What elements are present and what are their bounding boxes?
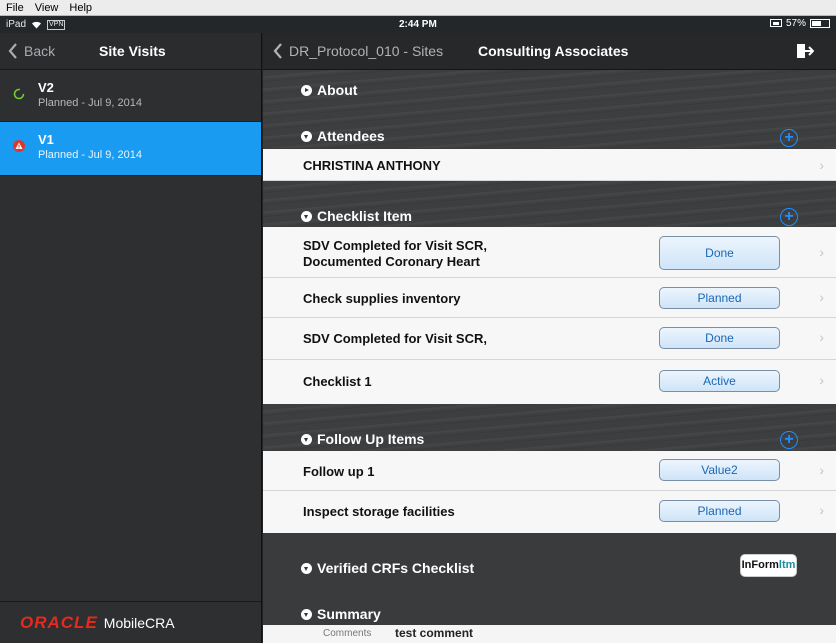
followup-title: Follow Up Items (317, 431, 425, 447)
checklist-row[interactable]: SDV Completed for Visit SCR, Documented … (263, 227, 836, 278)
add-attendee-button[interactable]: + (780, 129, 798, 147)
menu-help[interactable]: Help (69, 2, 92, 14)
checklist-row[interactable]: SDV Completed for Visit SCR, Done › (263, 318, 836, 360)
checklist-section-header[interactable]: Checklist Item (263, 208, 836, 224)
status-time: 2:44 PM (399, 19, 437, 30)
chevron-right-icon: › (819, 329, 824, 345)
back-button[interactable]: Back (8, 43, 55, 59)
about-section-header[interactable]: About (263, 82, 836, 98)
checklist-row[interactable]: Checklist 1 Active › (263, 360, 836, 404)
exit-icon[interactable] (796, 43, 814, 59)
add-checklist-item-button[interactable]: + (780, 208, 798, 226)
sidebar-nav-bar: Back Site Visits (0, 33, 261, 70)
site-visits-panel: Back Site Visits V2 Planned - Jul 9, 201… (0, 33, 262, 643)
visit-name: V1 (38, 132, 54, 147)
status-button[interactable]: Done (659, 236, 780, 270)
visit-item-v2[interactable]: V2 Planned - Jul 9, 2014 (0, 70, 261, 122)
checklist-row[interactable]: Check supplies inventory Planned › (263, 278, 836, 318)
comments-value: test comment (395, 626, 474, 640)
page-title: Consulting Associates (478, 43, 629, 59)
status-button[interactable]: Active (659, 370, 780, 392)
sidebar-footer: ORACLE MobileCRA (0, 601, 262, 643)
vpn-badge: VPN (47, 19, 66, 30)
chevron-right-icon: › (819, 289, 824, 305)
add-followup-button[interactable]: + (780, 431, 798, 449)
status-button[interactable]: Planned (659, 287, 780, 309)
product-name: MobileCRA (103, 614, 175, 631)
wifi-icon (32, 21, 42, 29)
attendee-name: CHRISTINA ANTHONY (303, 158, 441, 173)
checklist-title: Checklist Item (317, 208, 412, 224)
attendees-section-header[interactable]: Attendees (263, 128, 836, 144)
collapse-icon (301, 130, 312, 142)
visit-item-v1[interactable]: V1 Planned - Jul 9, 2014 (0, 122, 261, 176)
sites-back-label: DR_Protocol_010 - Sites (289, 43, 444, 59)
visit-status: Planned - Jul 9, 2014 (38, 149, 142, 161)
status-button[interactable]: Planned (659, 500, 780, 522)
inform-sublabel: ltm (778, 559, 796, 571)
in-progress-icon (13, 88, 25, 100)
followup-label: Inspect storage facilities (303, 504, 455, 519)
status-bar: iPad VPN 2:44 PM 57% (0, 16, 836, 33)
collapse-icon (301, 608, 312, 620)
followup-row[interactable]: Follow up 1 Value2 › (263, 451, 836, 491)
about-title: About (317, 82, 358, 98)
attendees-title: Attendees (317, 128, 385, 144)
back-label: Back (24, 43, 56, 59)
main-nav-bar: DR_Protocol_010 - Sites Consulting Assoc… (263, 33, 836, 70)
device-label: iPad (6, 19, 27, 30)
checklist-item-label: SDV Completed for Visit SCR, (303, 331, 487, 346)
attendees-list: CHRISTINA ANTHONY › (263, 149, 836, 181)
collapse-icon (301, 433, 312, 445)
chevron-right-icon: › (819, 502, 824, 518)
status-button[interactable]: Value2 (659, 459, 780, 481)
comments-label: Comments (323, 628, 372, 639)
chevron-left-icon (8, 43, 17, 59)
warning-icon (13, 140, 25, 152)
screen-mirror-icon (769, 19, 782, 27)
collapse-icon (301, 210, 312, 222)
collapse-icon (301, 562, 312, 574)
oracle-logo: ORACLE (20, 612, 98, 632)
summary-title: Summary (317, 606, 381, 622)
status-button[interactable]: Done (659, 327, 780, 349)
summary-section-header[interactable]: Summary (263, 606, 836, 622)
crf-title: Verified CRFs Checklist (317, 560, 475, 576)
visit-name: V2 (38, 80, 54, 95)
followup-list: Follow up 1 Value2 › Inspect storage fac… (263, 451, 836, 533)
sites-back-button[interactable]: DR_Protocol_010 - Sites (273, 43, 443, 59)
menu-file[interactable]: File (6, 2, 24, 14)
inform-label: InForm (741, 559, 779, 571)
checklist-item-line2: Documented Coronary Heart (303, 254, 480, 269)
battery-icon (810, 19, 830, 28)
expand-icon (301, 84, 312, 96)
battery-percent: 57% (785, 18, 806, 29)
followup-section-header[interactable]: Follow Up Items (263, 431, 836, 447)
followup-label: Follow up 1 (303, 464, 375, 479)
inform-logo-button[interactable]: InFormltm (740, 554, 797, 577)
summary-content: Comments test comment (263, 625, 836, 643)
checklist-item-label: Checklist 1 (303, 374, 372, 389)
checklist-item-line1: SDV Completed for Visit SCR, (303, 238, 487, 253)
menu-view[interactable]: View (35, 2, 59, 14)
checklist-list: SDV Completed for Visit SCR, Documented … (263, 227, 836, 404)
chevron-right-icon: › (819, 157, 824, 173)
chevron-left-icon (273, 43, 282, 59)
attendee-row[interactable]: CHRISTINA ANTHONY › (263, 149, 836, 181)
chevron-right-icon: › (819, 372, 824, 388)
visit-status: Planned - Jul 9, 2014 (38, 97, 142, 109)
visit-detail-panel: DR_Protocol_010 - Sites Consulting Assoc… (263, 33, 836, 643)
checklist-item-label: Check supplies inventory (303, 291, 461, 306)
chevron-right-icon: › (819, 462, 824, 478)
menu-bar: File View Help (0, 0, 836, 16)
followup-row[interactable]: Inspect storage facilities Planned › (263, 491, 836, 533)
sidebar-title: Site Visits (99, 43, 166, 59)
chevron-right-icon: › (819, 244, 824, 260)
